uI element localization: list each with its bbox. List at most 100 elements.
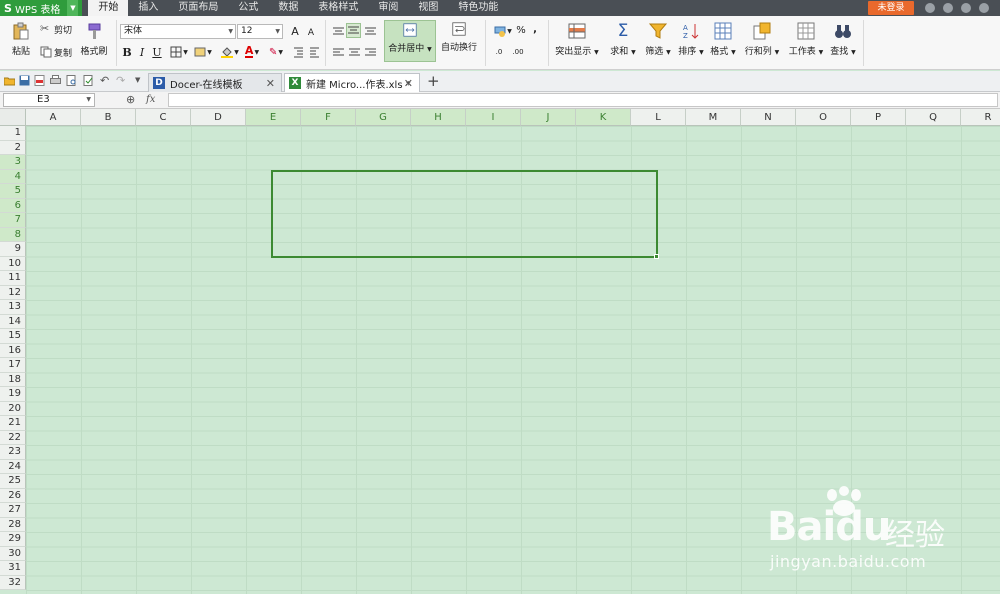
select-all-corner[interactable] xyxy=(0,109,26,126)
align-bottom-button[interactable] xyxy=(363,25,377,37)
row-header-32[interactable]: 32 xyxy=(0,575,26,590)
column-header-C[interactable]: C xyxy=(136,109,191,126)
row-header-27[interactable]: 27 xyxy=(0,503,26,518)
column-header-B[interactable]: B xyxy=(81,109,136,126)
zoom-formula-icon[interactable]: ⊕ xyxy=(126,93,135,106)
menu-tab-8[interactable]: 特色功能 xyxy=(448,0,508,16)
fill-color-button[interactable]: ▼ xyxy=(220,45,240,59)
login-button[interactable]: 未登录 xyxy=(868,1,914,15)
row-header-14[interactable]: 14 xyxy=(0,314,26,329)
row-header-24[interactable]: 24 xyxy=(0,459,26,474)
cut-button[interactable]: ✂ 剪切 xyxy=(40,22,72,36)
column-header-L[interactable]: L xyxy=(631,109,686,126)
column-header-D[interactable]: D xyxy=(191,109,246,126)
formula-input[interactable] xyxy=(168,93,998,107)
paste-button[interactable]: 粘贴 xyxy=(4,20,38,66)
menu-tab-0[interactable]: 开始 xyxy=(88,0,129,16)
column-header-K[interactable]: K xyxy=(576,109,631,126)
export-pdf-icon[interactable] xyxy=(34,75,45,86)
row-header-15[interactable]: 15 xyxy=(0,329,26,344)
close-icon[interactable]: ✕ xyxy=(404,77,413,90)
row-header-26[interactable]: 26 xyxy=(0,488,26,503)
wrap-text-button[interactable]: 自动换行 xyxy=(438,20,480,66)
row-header-1[interactable]: 1 xyxy=(0,126,26,141)
row-header-18[interactable]: 18 xyxy=(0,372,26,387)
font-name-select[interactable]: 宋体 ▼ xyxy=(120,24,236,39)
format-painter-button[interactable]: 格式刷 xyxy=(77,20,111,66)
row-header-5[interactable]: 5 xyxy=(0,184,26,199)
row-header-19[interactable]: 19 xyxy=(0,387,26,402)
new-tab-plus-icon[interactable]: + xyxy=(427,72,440,90)
column-header-J[interactable]: J xyxy=(521,109,576,126)
print-icon[interactable] xyxy=(50,75,61,86)
fill-handle[interactable] xyxy=(654,254,659,259)
skin-icon[interactable] xyxy=(925,3,935,13)
column-header-P[interactable]: P xyxy=(851,109,906,126)
row-header-30[interactable]: 30 xyxy=(0,546,26,561)
border-button[interactable]: ▼ xyxy=(169,45,189,59)
increase-decimal-button[interactable]: .0 xyxy=(491,45,507,59)
help-icon[interactable] xyxy=(979,3,989,13)
menu-tab-3[interactable]: 公式 xyxy=(228,0,268,16)
name-box[interactable]: E3 ▼ xyxy=(3,93,95,107)
row-header-31[interactable]: 31 xyxy=(0,561,26,576)
column-header-O[interactable]: O xyxy=(796,109,851,126)
menu-tab-5[interactable]: 表格样式 xyxy=(308,0,368,16)
conditional-format-button[interactable]: 突出显示 ▼ xyxy=(554,20,600,66)
align-center-button[interactable] xyxy=(347,46,361,58)
print-preview-icon[interactable] xyxy=(66,75,77,86)
row-header-2[interactable]: 2 xyxy=(0,140,26,155)
menu-tab-1[interactable]: 插入 xyxy=(128,0,168,16)
row-header-23[interactable]: 23 xyxy=(0,445,26,460)
number-format-button[interactable]: ▼ xyxy=(492,25,514,37)
align-top-button[interactable] xyxy=(331,25,345,37)
row-header-17[interactable]: 17 xyxy=(0,358,26,373)
save-icon[interactable] xyxy=(19,75,30,86)
chat-icon[interactable] xyxy=(943,3,953,13)
column-header-H[interactable]: H xyxy=(411,109,466,126)
row-header-20[interactable]: 20 xyxy=(0,401,26,416)
indent-increase-button[interactable] xyxy=(308,45,320,59)
undo-icon[interactable]: ↶ xyxy=(100,75,111,86)
open-folder-icon[interactable] xyxy=(4,75,15,86)
row-header-10[interactable]: 10 xyxy=(0,256,26,271)
font-shrink-button[interactable]: A xyxy=(305,26,317,39)
close-icon[interactable]: ✕ xyxy=(266,77,275,90)
rows-cols-button[interactable]: 行和列 ▼ xyxy=(741,20,783,66)
row-header-9[interactable]: 9 xyxy=(0,242,26,257)
column-header-M[interactable]: M xyxy=(686,109,741,126)
customize-toolbar-icon[interactable]: ▼ xyxy=(135,75,146,86)
tab-docer-templates[interactable]: D Docer-在线模板 ✕ xyxy=(148,73,282,92)
row-header-25[interactable]: 25 xyxy=(0,474,26,489)
tab-new-workbook[interactable]: X 新建 Micro...作表.xls * ✕ xyxy=(284,73,420,92)
font-size-select[interactable]: 12 ▼ xyxy=(237,24,283,39)
worksheet-button[interactable]: 工作表 ▼ xyxy=(785,20,827,66)
underline-button[interactable]: U xyxy=(151,45,163,59)
menu-tab-6[interactable]: 审阅 xyxy=(368,0,408,16)
row-header-13[interactable]: 13 xyxy=(0,300,26,315)
filter-button[interactable]: 筛选 ▼ xyxy=(640,20,676,66)
row-header-29[interactable]: 29 xyxy=(0,532,26,547)
bold-button[interactable]: B xyxy=(121,45,133,59)
row-header-22[interactable]: 22 xyxy=(0,430,26,445)
row-header-6[interactable]: 6 xyxy=(0,198,26,213)
column-header-I[interactable]: I xyxy=(466,109,521,126)
redo-icon[interactable]: ↷ xyxy=(116,75,127,86)
italic-button[interactable]: I xyxy=(136,45,148,59)
shirt-icon[interactable] xyxy=(961,3,971,13)
clear-format-button[interactable]: ✎ ▼ xyxy=(266,45,286,59)
row-header-16[interactable]: 16 xyxy=(0,343,26,358)
row-header-4[interactable]: 4 xyxy=(0,169,26,184)
font-color-button[interactable]: A ▼ xyxy=(242,45,262,59)
copy-button[interactable]: 复制 xyxy=(40,45,72,59)
column-header-F[interactable]: F xyxy=(301,109,356,126)
row-header-21[interactable]: 21 xyxy=(0,416,26,431)
comma-button[interactable]: , xyxy=(530,23,540,35)
merge-center-button[interactable]: 合并居中 ▼ xyxy=(384,20,436,62)
row-header-7[interactable]: 7 xyxy=(0,213,26,228)
menu-tab-2[interactable]: 页面布局 xyxy=(168,0,228,16)
column-header-R[interactable]: R xyxy=(961,109,1000,126)
find-button[interactable]: 查找 ▼ xyxy=(827,20,859,66)
column-header-Q[interactable]: Q xyxy=(906,109,961,126)
percent-button[interactable]: % xyxy=(515,24,527,36)
